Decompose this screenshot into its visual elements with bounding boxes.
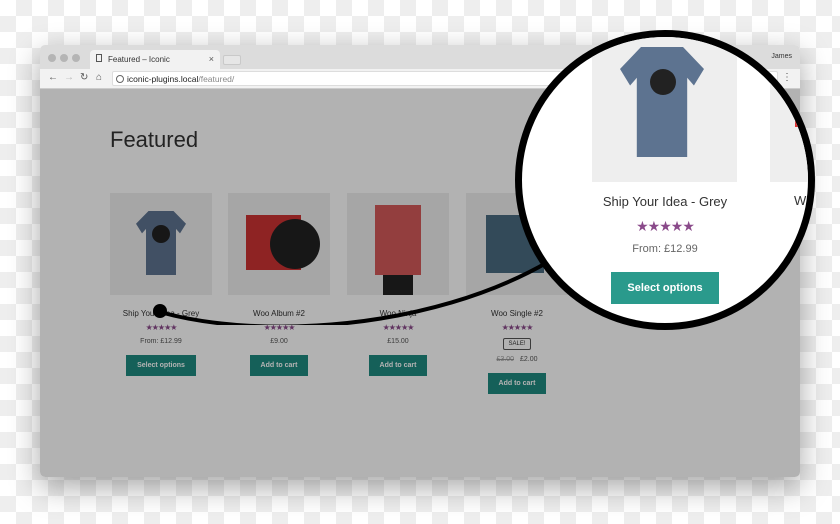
select-options-button: Select options <box>611 272 719 304</box>
reload-icon[interactable]: ↻ <box>80 72 88 83</box>
back-icon[interactable]: ← <box>48 72 58 83</box>
page-icon <box>96 54 102 62</box>
next-product-name: Wo <box>794 193 814 208</box>
magnifier-circle: Ship Your Idea - Grey Wo ★★★★★ From: £12… <box>515 30 815 330</box>
url-host: iconic-plugins.local <box>127 74 199 84</box>
minimize-window-button[interactable] <box>60 54 68 62</box>
info-icon <box>116 75 124 83</box>
product-image <box>592 37 737 182</box>
close-tab-icon[interactable]: × <box>209 54 214 64</box>
close-window-button[interactable] <box>48 54 56 62</box>
star-rating: ★★★★★ <box>636 218 695 234</box>
forward-icon[interactable]: → <box>64 72 74 83</box>
maximize-window-button[interactable] <box>72 54 80 62</box>
product-name: Ship Your Idea - Grey <box>602 194 728 209</box>
profile-name[interactable]: James <box>771 53 792 60</box>
home-icon[interactable]: ⌂ <box>96 72 102 83</box>
product-price: From: £12.99 <box>632 243 698 255</box>
browser-tab[interactable]: Featured – Iconic × <box>90 50 220 69</box>
new-tab-button[interactable] <box>223 55 241 65</box>
tab-title: Featured – Iconic <box>108 55 170 64</box>
url-path: /featured/ <box>198 74 235 84</box>
